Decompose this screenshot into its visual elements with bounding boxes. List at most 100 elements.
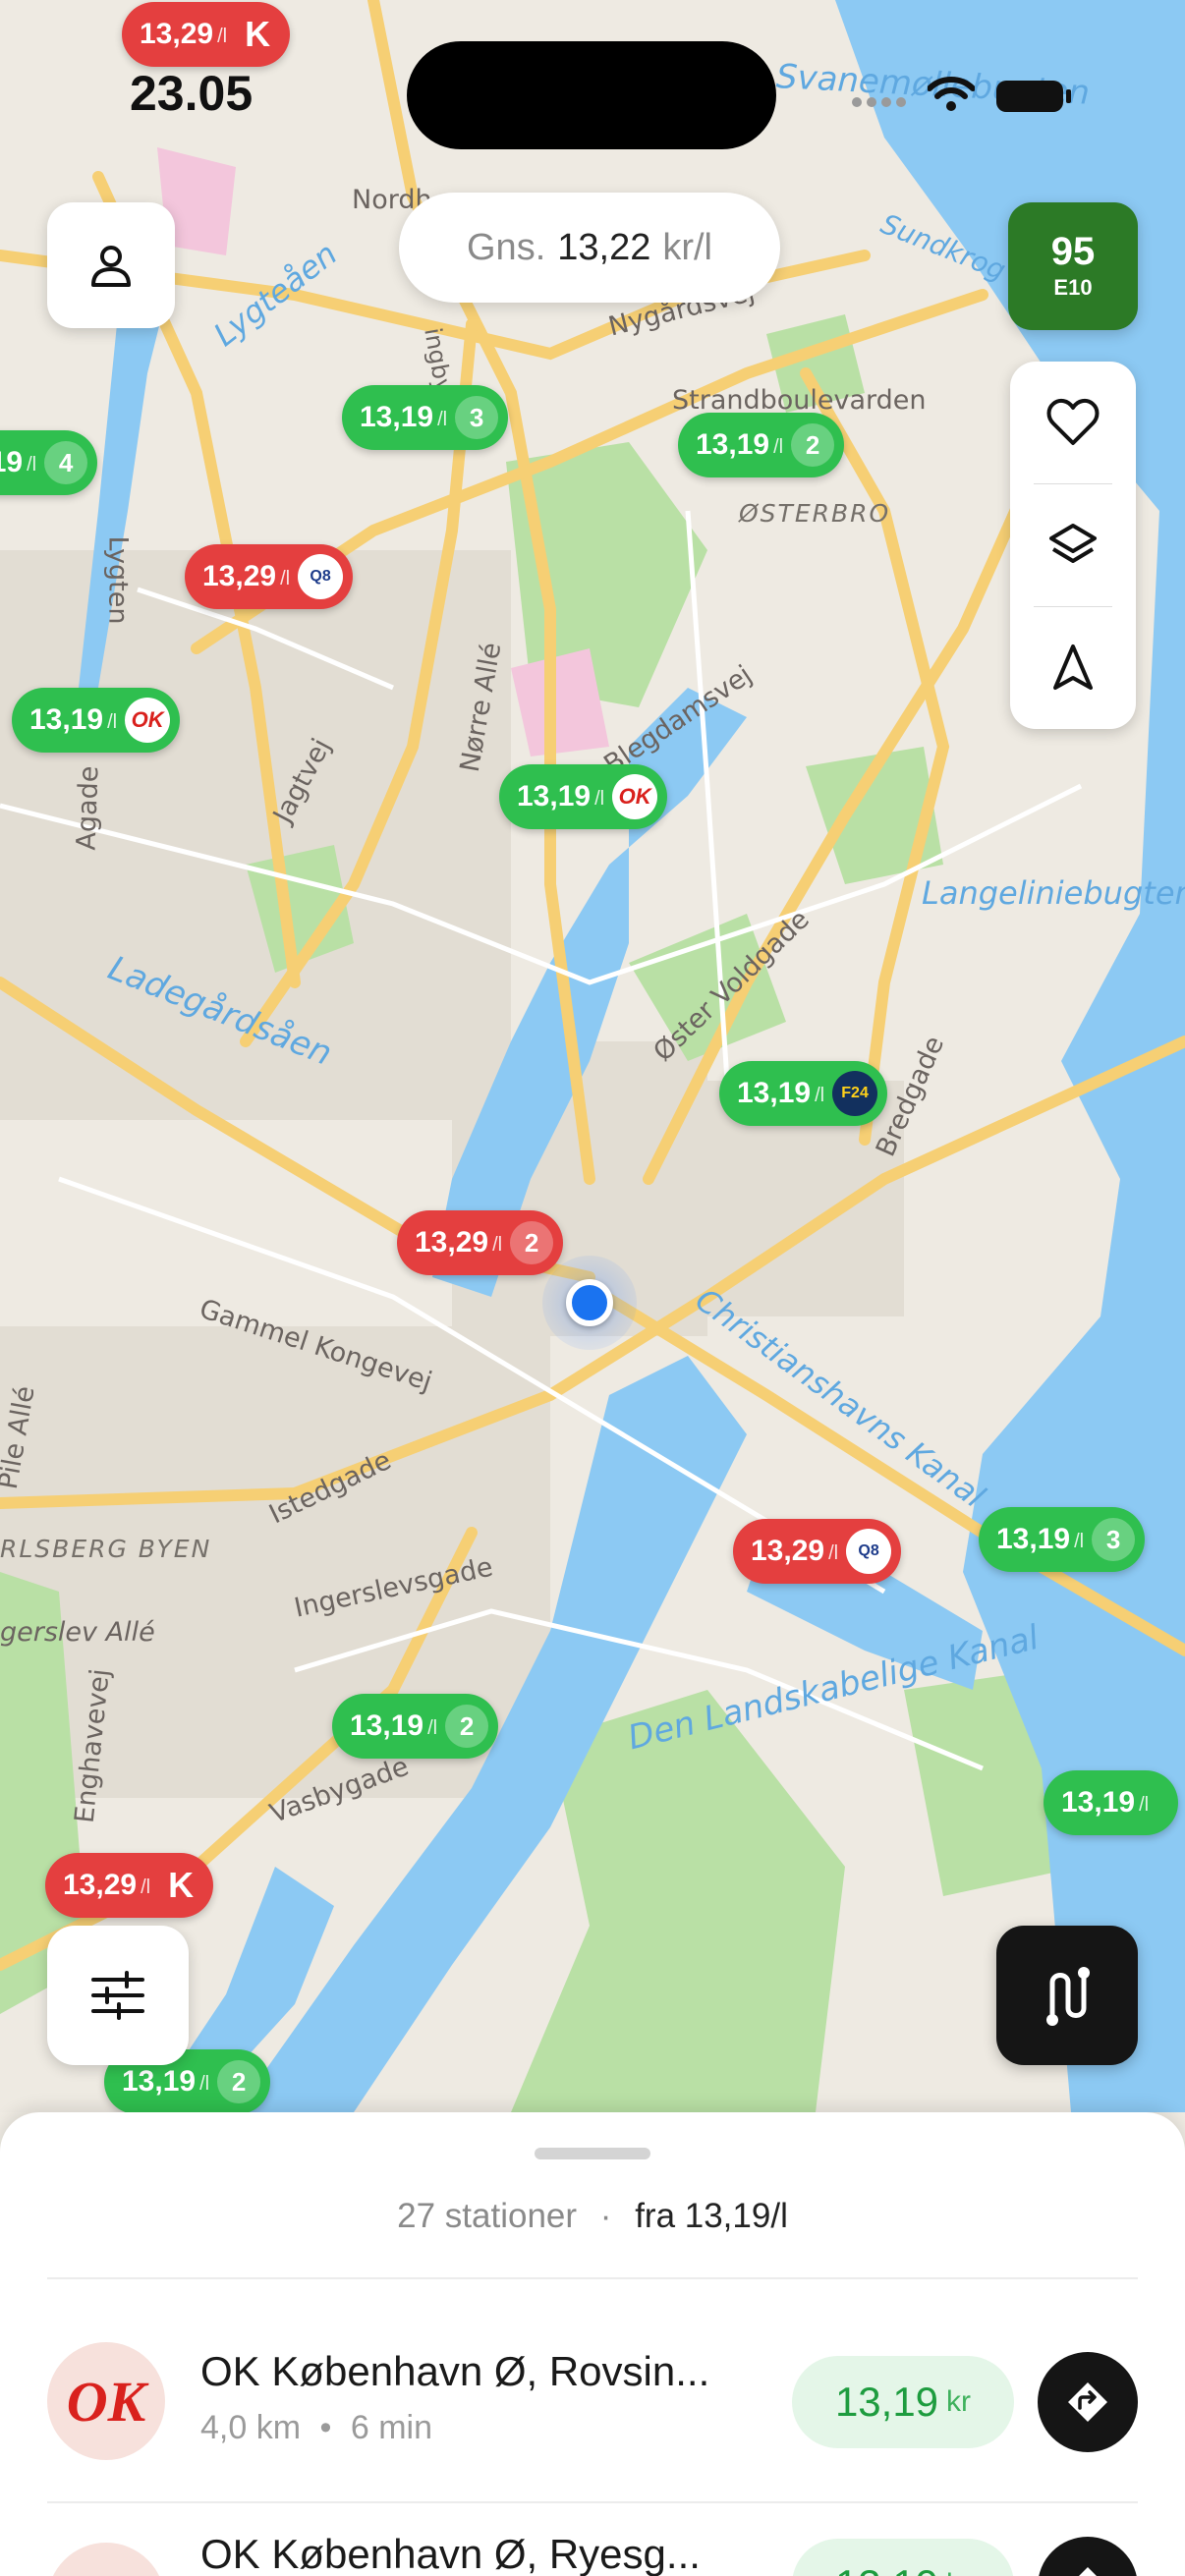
- average-price-pill[interactable]: Gns. 13,22 kr/l: [399, 193, 780, 303]
- f24-logo-icon: F24: [832, 1071, 878, 1116]
- price-pin[interactable]: 13,19/l 3: [342, 385, 509, 450]
- price-pin[interactable]: 13,19/l 2: [332, 1694, 499, 1759]
- price-pin[interactable]: 13,29/l 2: [397, 1210, 564, 1275]
- station-row[interactable]: OK OK København Ø, Ryesg... 13,19 kr: [0, 2523, 1185, 2576]
- meta-dot: •: [319, 2409, 332, 2446]
- station-name: OK København Ø, Rovsin...: [200, 2348, 710, 2394]
- price-pin[interactable]: 13,19/l 3: [979, 1507, 1146, 1572]
- pin-price: 13,19: [737, 1077, 812, 1109]
- price-pin[interactable]: 13,19/l 2: [678, 413, 845, 477]
- divider: [47, 2277, 1138, 2279]
- price-pin[interactable]: 13,29/l K: [45, 1853, 214, 1918]
- station-summary: 27 stationer · fra 13,19/l: [0, 2197, 1185, 2236]
- station-distance: 4,0 km: [200, 2409, 302, 2446]
- pin-price: 13,29: [63, 1869, 138, 1901]
- dynamic-island: [407, 41, 776, 149]
- pin-price: 13,19: [1061, 1786, 1136, 1819]
- pin-unit: /l: [199, 2072, 210, 2095]
- summary-separator: ·: [599, 2197, 612, 2235]
- pin-unit: /l: [27, 453, 37, 476]
- station-meta: 4,0 km • 6 min: [200, 2409, 432, 2447]
- fuel-octane: 95: [1050, 230, 1096, 273]
- pin-count-badge: 2: [217, 2060, 261, 2103]
- price-pin[interactable]: 13,19/l OK: [12, 688, 181, 753]
- station-price: 13,19 kr: [792, 2539, 1014, 2576]
- route-icon: [1046, 1967, 1090, 2026]
- map-label-strandboulevarden: Strandboulevarden: [672, 385, 927, 416]
- pin-unit: /l: [815, 1084, 825, 1106]
- pin-unit: /l: [141, 1876, 151, 1898]
- price-unit: kr: [946, 2568, 971, 2576]
- pin-price: 13,19: [360, 401, 434, 433]
- ok-brand-logo: OK: [47, 2342, 165, 2460]
- ok-logo-icon: OK: [612, 774, 658, 819]
- station-row[interactable]: OK OK København Ø, Rovsin... 4,0 km • 6 …: [0, 2323, 1185, 2480]
- fuel-type-button[interactable]: 95 E10: [1008, 202, 1138, 330]
- pin-unit: /l: [1139, 1793, 1150, 1816]
- ok-brand-logo: OK: [47, 2543, 165, 2576]
- price-pin[interactable]: 13,19/l: [1044, 1770, 1179, 1835]
- avg-label: Gns.: [467, 226, 546, 268]
- battery-icon: [996, 81, 1071, 112]
- map-controls: [1010, 362, 1136, 729]
- price-pin[interactable]: 13,29/l Q8: [733, 1519, 902, 1584]
- station-name: OK København Ø, Ryesg...: [200, 2531, 701, 2576]
- current-location-marker: [542, 1256, 637, 1350]
- status-bar: 23.05: [0, 0, 1185, 149]
- pin-unit: /l: [773, 435, 784, 458]
- price-pin[interactable]: 13,19/l 4: [0, 430, 98, 495]
- pin-count-badge: 3: [1092, 1518, 1136, 1561]
- status-time: 23.05: [130, 66, 254, 121]
- map-label-carlsberg-byen: RLSBERG BYEN: [0, 1535, 212, 1563]
- q8-logo-icon: Q8: [846, 1529, 892, 1574]
- profile-button[interactable]: [47, 202, 175, 328]
- map-view[interactable]: Nordh Svanemøllebugten Sundkrog Nygårdsv…: [0, 0, 1185, 2112]
- pin-count-badge: 4: [44, 441, 88, 484]
- route-button[interactable]: [996, 1926, 1138, 2065]
- favorites-button[interactable]: [1010, 362, 1136, 483]
- pin-price: 13,19: [29, 703, 104, 736]
- price-pin[interactable]: 13,19/l F24: [719, 1061, 888, 1126]
- pin-unit: /l: [828, 1541, 839, 1564]
- pin-unit: /l: [437, 408, 448, 430]
- pin-unit: /l: [427, 1716, 438, 1739]
- map-label-lygten: Lygten: [102, 535, 134, 625]
- price-pin[interactable]: 13,29/l Q8: [185, 544, 354, 609]
- pin-unit: /l: [107, 710, 118, 733]
- divider: [47, 2501, 1138, 2503]
- fuel-grade: E10: [1053, 275, 1093, 300]
- pin-price: 13,29: [415, 1226, 489, 1259]
- locate-me-button[interactable]: [1010, 607, 1136, 729]
- filter-button[interactable]: [47, 1926, 189, 2065]
- price-pin[interactable]: 13,19/l OK: [499, 764, 668, 829]
- pin-price: 13,19: [0, 446, 24, 478]
- directions-icon: [1079, 2567, 1097, 2576]
- wifi-icon: [928, 77, 975, 111]
- q8-logo-icon: Q8: [298, 554, 344, 599]
- pin-price: 13,19: [996, 1523, 1071, 1555]
- directions-button[interactable]: [1038, 2537, 1138, 2576]
- map-layers-button[interactable]: [1010, 484, 1136, 606]
- k-logo-icon: K: [168, 1865, 195, 1905]
- station-list-sheet[interactable]: 27 stationer · fra 13,19/l OK OK Københa…: [0, 2112, 1185, 2576]
- ok-logo-icon: OK: [125, 698, 171, 743]
- pin-price: 13,19: [122, 2065, 197, 2098]
- map-label-langeliniebugten: Langeliniebugten: [922, 874, 1185, 912]
- map-label-gerslev-alle: gerslev Allé: [0, 1617, 155, 1648]
- sliders-icon: [91, 1971, 144, 2020]
- pin-count-badge: 2: [510, 1221, 554, 1264]
- pin-unit: /l: [492, 1233, 503, 1256]
- avg-unit: kr/l: [662, 226, 712, 268]
- pin-count-badge: 3: [455, 396, 499, 439]
- navigation-arrow-icon: [1053, 644, 1093, 690]
- station-count: 27 stationer: [397, 2197, 578, 2235]
- station-price: 13,19 kr: [792, 2356, 1014, 2448]
- pin-unit: /l: [280, 567, 291, 589]
- pin-unit: /l: [1074, 1530, 1085, 1552]
- directions-button[interactable]: [1038, 2352, 1138, 2452]
- pin-count-badge: 2: [445, 1705, 489, 1748]
- map-label-osterbro: ØSTERBRO: [739, 499, 891, 528]
- price-value: 13,19: [834, 2379, 939, 2425]
- sheet-handle[interactable]: [535, 2148, 650, 2159]
- person-icon: [91, 246, 131, 287]
